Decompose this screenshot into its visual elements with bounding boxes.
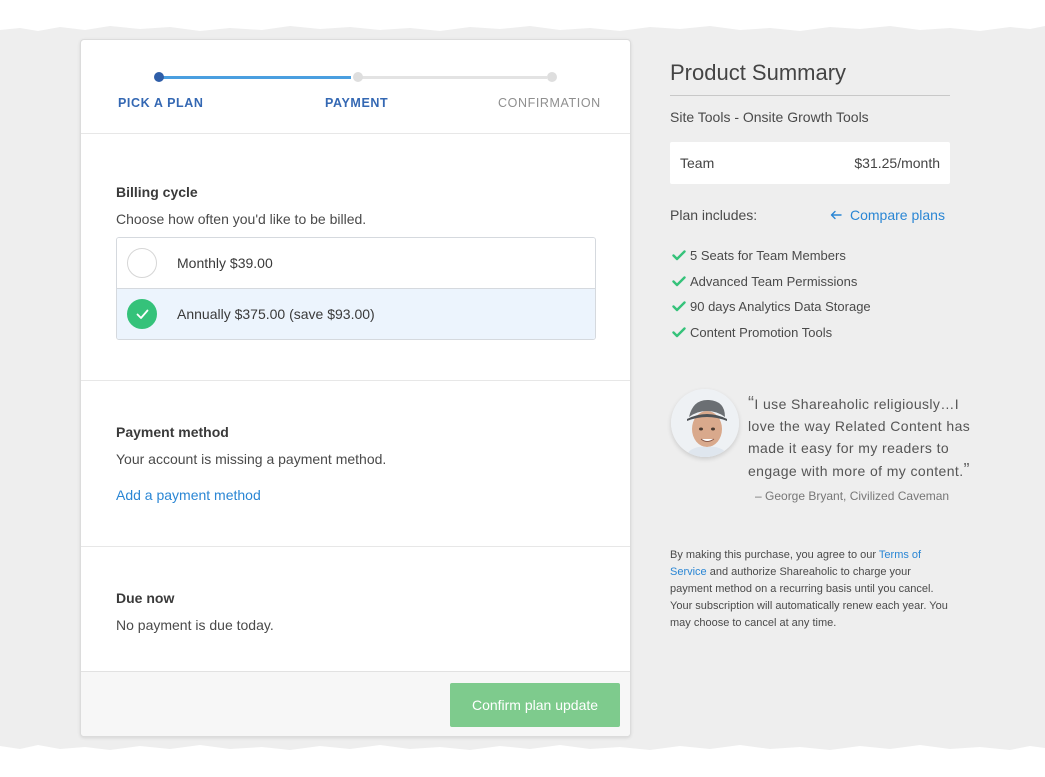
- monthly-radio[interactable]: [127, 248, 157, 278]
- billing-cycle-title: Billing cycle: [116, 184, 198, 200]
- compare-plans-link[interactable]: Compare plans: [830, 207, 945, 223]
- check-icon: [672, 301, 686, 312]
- due-now-text: No payment is due today.: [116, 617, 274, 633]
- feature-item: 5 Seats for Team Members: [670, 248, 871, 274]
- testimonial-avatar: [671, 389, 739, 457]
- annually-radio[interactable]: [127, 299, 157, 329]
- check-icon: [672, 250, 686, 261]
- feature-label: Content Promotion Tools: [690, 325, 833, 341]
- feature-label: 5 Seats for Team Members: [690, 248, 846, 263]
- plan-price: $31.25/month: [854, 155, 940, 171]
- step-dot-payment: [353, 72, 363, 82]
- step-dot-confirmation: [547, 72, 557, 82]
- billing-cycle-section: Billing cycle Choose how often you'd lik…: [81, 134, 630, 381]
- product-summary-title: Product Summary: [670, 60, 847, 85]
- checkout-card: PICK A PLAN PAYMENT CONFIRMATION Billing…: [80, 39, 631, 737]
- billing-option-monthly[interactable]: Monthly $39.00: [117, 238, 595, 289]
- billing-option-annually[interactable]: Annually $375.00 (save $93.00): [117, 289, 595, 339]
- feature-item: Advanced Team Permissions: [670, 274, 871, 300]
- summary-divider: [670, 95, 950, 96]
- payment-method-title: Payment method: [116, 424, 229, 440]
- step-label-payment: PAYMENT: [325, 96, 389, 110]
- progress-stepper: PICK A PLAN PAYMENT CONFIRMATION: [81, 40, 630, 134]
- billing-option-annually-label: Annually $375.00 (save $93.00): [177, 306, 375, 322]
- due-now-title: Due now: [116, 590, 175, 606]
- feature-item: Content Promotion Tools: [670, 325, 871, 351]
- step-label-pick-plan[interactable]: PICK A PLAN: [118, 96, 204, 110]
- stepper-line-complete: [159, 76, 351, 79]
- testimonial-quote: “I use Shareaholic religiously…I love th…: [748, 392, 988, 482]
- check-icon: [136, 309, 149, 319]
- compare-plans-label: Compare plans: [850, 207, 945, 223]
- plan-features-list: 5 Seats for Team Members Advanced Team P…: [670, 248, 871, 351]
- arrow-left-icon: [830, 207, 842, 223]
- testimonial-author: – George Bryant, Civilized Caveman: [755, 489, 950, 503]
- payment-method-section: Payment method Your account is missing a…: [81, 381, 630, 547]
- selected-plan-box: Team $31.25/month: [670, 142, 950, 184]
- feature-item: 90 days Analytics Data Storage: [670, 299, 871, 325]
- feature-label: Advanced Team Permissions: [690, 273, 858, 289]
- step-label-confirmation: CONFIRMATION: [498, 96, 601, 110]
- confirm-plan-update-button[interactable]: Confirm plan update: [450, 683, 620, 727]
- plan-includes-label: Plan includes:: [670, 207, 758, 223]
- billing-option-monthly-label: Monthly $39.00: [177, 255, 273, 271]
- plan-name: Team: [680, 155, 715, 171]
- payment-method-subtitle: Your account is missing a payment method…: [116, 451, 387, 467]
- product-name: Site Tools - Onsite Growth Tools: [670, 109, 869, 125]
- testimonial-text: I use Shareaholic religiously…I love the…: [748, 396, 971, 479]
- card-footer: Confirm plan update: [81, 671, 630, 736]
- check-icon: [672, 275, 686, 286]
- legal-text-before: By making this purchase, you agree to ou…: [670, 549, 879, 561]
- billing-cycle-subtitle: Choose how often you'd like to be billed…: [116, 211, 367, 227]
- feature-label: 90 days Analytics Data Storage: [690, 299, 871, 315]
- stepper-line-pending: [359, 76, 547, 79]
- check-icon: [672, 327, 686, 338]
- legal-disclaimer: By making this purchase, you agree to ou…: [670, 547, 955, 632]
- due-now-section: Due now No payment is due today.: [81, 547, 630, 671]
- step-dot-pick-plan: [154, 72, 164, 82]
- add-payment-method-link[interactable]: Add a payment method: [116, 487, 261, 503]
- billing-options: Monthly $39.00 Annually $375.00 (save $9…: [116, 237, 596, 340]
- close-quote-mark: ”: [963, 460, 970, 480]
- legal-text-after: and authorize Shareaholic to charge your…: [670, 566, 948, 629]
